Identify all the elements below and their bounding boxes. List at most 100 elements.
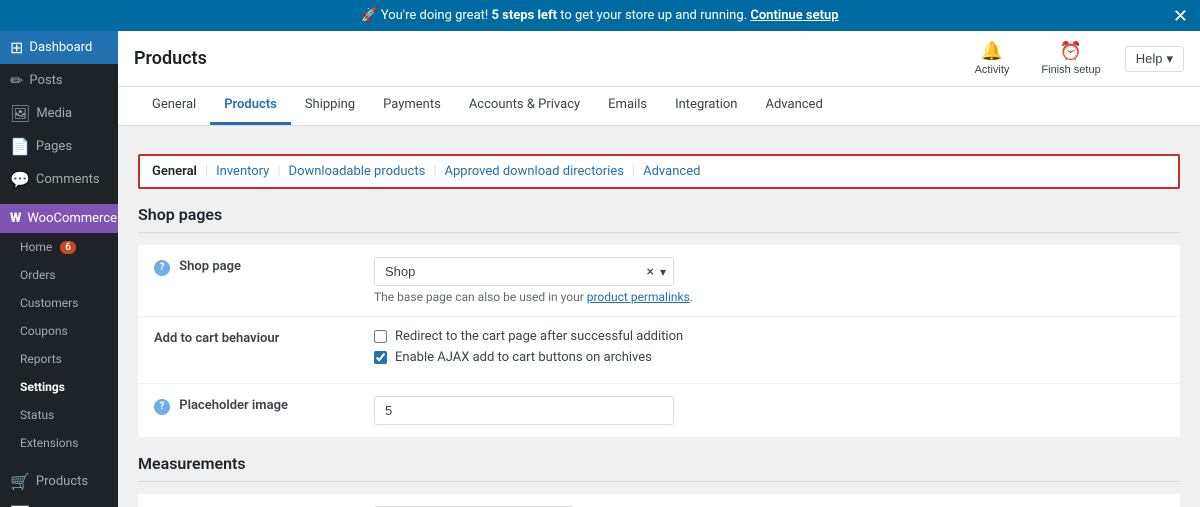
add-to-cart-value: Redirect to the cart page after successf… — [358, 317, 1180, 384]
dashboard-icon: ⊞ — [10, 38, 23, 57]
help-chevron-icon: ▾ — [1166, 51, 1173, 67]
tab-shipping[interactable]: Shipping — [291, 87, 369, 125]
subtab-sep-1: | — [205, 164, 208, 179]
shop-page-description: The base page can also be used in your p… — [374, 290, 1164, 304]
shop-page-select-wrap: Shop × ▾ — [374, 257, 674, 286]
sidebar-item-label: Coupons — [20, 324, 68, 338]
finish-setup-icon: ⏰ — [1060, 41, 1082, 62]
finish-setup-button[interactable]: ⏰ Finish setup — [1033, 37, 1108, 80]
sidebar-item-comments[interactable]: 💬 Comments — [0, 163, 118, 196]
ajax-label: Enable AJAX add to cart buttons on archi… — [395, 350, 652, 365]
sidebar-item-posts[interactable]: ✏ Posts — [0, 64, 118, 97]
shop-page-label: ? Shop page — [138, 245, 358, 317]
notice-close-button[interactable]: ✕ — [1173, 7, 1188, 25]
continue-setup-link[interactable]: Continue setup — [750, 8, 838, 23]
shop-page-value: Shop × ▾ The base page can also be used … — [358, 245, 1180, 317]
tabs-bar: General Products Shipping Payments Accou… — [118, 87, 1200, 126]
sidebar-item-label: Reports — [20, 352, 62, 366]
products-icon: 🛒 — [10, 472, 30, 491]
weight-unit-label: ? Weight unit — [138, 494, 358, 507]
shop-page-help-icon[interactable]: ? — [154, 260, 170, 276]
posts-icon: ✏ — [10, 71, 23, 90]
comments-icon: 💬 — [10, 170, 30, 189]
activity-icon: 🔔 — [981, 41, 1003, 62]
subtab-approved-dirs[interactable]: Approved download directories — [439, 164, 630, 179]
sidebar-item-extensions[interactable]: Extensions — [0, 429, 118, 457]
tab-integration[interactable]: Integration — [661, 87, 751, 125]
media-icon: 🖼 — [10, 104, 30, 123]
notice-bar: 🚀 You're doing great! 5 steps left to ge… — [0, 0, 1200, 31]
sidebar-item-reports[interactable]: Reports — [0, 345, 118, 373]
top-bar: Products 🔔 Activity ⏰ Finish setup Help … — [118, 31, 1200, 87]
add-to-cart-label: Add to cart behaviour — [138, 317, 358, 384]
sidebar-item-settings[interactable]: Settings — [0, 373, 118, 401]
ajax-checkbox[interactable] — [374, 351, 387, 364]
tab-payments[interactable]: Payments — [369, 87, 455, 125]
sidebar-item-label: Comments — [36, 172, 100, 187]
sidebar-item-label: Home — [20, 240, 52, 254]
tab-general[interactable]: General — [138, 87, 210, 125]
placeholder-image-help-icon[interactable]: ? — [154, 399, 170, 415]
sidebar-item-label: Settings — [20, 380, 65, 394]
sidebar-item-dashboard[interactable]: ⊞ Dashboard — [0, 31, 118, 64]
table-row: ? Weight unit kg g lbs oz ▾ — [138, 494, 1180, 507]
sidebar-item-label: Customers — [20, 296, 78, 310]
activity-button[interactable]: 🔔 Activity — [967, 37, 1018, 80]
sidebar-item-analytics[interactable]: 📊 Analytics — [0, 498, 118, 507]
shop-pages-heading: Shop pages — [138, 205, 1180, 233]
table-row: ? Shop page Shop × ▾ The base page can — [138, 245, 1180, 317]
home-badge: 6 — [60, 241, 76, 254]
notice-text: 🚀 You're doing great! 5 steps left to ge… — [361, 8, 838, 23]
redirect-checkbox-row: Redirect to the cart page after successf… — [374, 329, 1164, 344]
table-row: ? Placeholder image — [138, 384, 1180, 438]
sidebar-item-woocommerce[interactable]: W WooCommerce — [0, 204, 118, 233]
help-label: Help — [1136, 51, 1163, 66]
sidebar-item-pages[interactable]: 📄 Pages — [0, 130, 118, 163]
measurements-table: ? Weight unit kg g lbs oz ▾ — [138, 494, 1180, 507]
sidebar-item-status[interactable]: Status — [0, 401, 118, 429]
sidebar-item-home[interactable]: Home 6 — [0, 233, 118, 261]
sidebar-item-label: Products — [36, 474, 88, 489]
redirect-checkbox[interactable] — [374, 330, 387, 343]
subtab-sep-4: | — [632, 164, 635, 179]
subtab-inventory[interactable]: Inventory — [210, 164, 275, 179]
top-bar-right: 🔔 Activity ⏰ Finish setup Help ▾ — [967, 37, 1184, 80]
subtab-general[interactable]: General — [152, 164, 203, 179]
sidebar-item-label: Status — [20, 408, 54, 422]
woo-icon: W — [10, 211, 21, 226]
sidebar-item-products[interactable]: 🛒 Products — [0, 465, 118, 498]
sidebar-item-label: Dashboard — [29, 40, 92, 55]
redirect-label: Redirect to the cart page after successf… — [395, 329, 683, 344]
sidebar-item-coupons[interactable]: Coupons — [0, 317, 118, 345]
sidebar-item-orders[interactable]: Orders — [0, 261, 118, 289]
sidebar: ⊞ Dashboard ✏ Posts 🖼 Media 📄 Pages 💬 Co… — [0, 31, 118, 507]
tab-accounts-privacy[interactable]: Accounts & Privacy — [455, 87, 594, 125]
sidebar-item-media[interactable]: 🖼 Media — [0, 97, 118, 130]
product-permalinks-link[interactable]: product permalinks — [587, 290, 690, 304]
subtab-sep-2: | — [277, 164, 280, 179]
ajax-checkbox-row: Enable AJAX add to cart buttons on archi… — [374, 350, 1164, 365]
shop-page-select[interactable]: Shop — [374, 257, 674, 286]
placeholder-image-input[interactable] — [374, 396, 674, 425]
subtab-downloadable[interactable]: Downloadable products — [283, 164, 432, 179]
tab-products[interactable]: Products — [210, 87, 291, 125]
sidebar-item-label: WooCommerce — [27, 211, 117, 226]
subtab-sep-3: | — [433, 164, 436, 179]
content-area: General | Inventory | Downloadable produ… — [118, 126, 1200, 507]
tab-emails[interactable]: Emails — [594, 87, 661, 125]
sidebar-item-label: Media — [36, 106, 72, 121]
sidebar-item-label: Pages — [36, 139, 72, 154]
subtab-advanced[interactable]: Advanced — [637, 164, 706, 179]
tab-advanced[interactable]: Advanced — [751, 87, 836, 125]
help-button[interactable]: Help ▾ — [1125, 46, 1184, 72]
table-row: Add to cart behaviour Redirect to the ca… — [138, 317, 1180, 384]
sidebar-item-customers[interactable]: Customers — [0, 289, 118, 317]
placeholder-image-label: ? Placeholder image — [138, 384, 358, 438]
placeholder-image-value — [358, 384, 1180, 438]
measurements-heading: Measurements — [138, 454, 1180, 482]
activity-label: Activity — [975, 64, 1010, 76]
subtabs-bar: General | Inventory | Downloadable produ… — [138, 154, 1180, 189]
pages-icon: 📄 — [10, 137, 30, 156]
sidebar-item-label: Orders — [20, 268, 56, 282]
finish-setup-label: Finish setup — [1041, 64, 1100, 76]
